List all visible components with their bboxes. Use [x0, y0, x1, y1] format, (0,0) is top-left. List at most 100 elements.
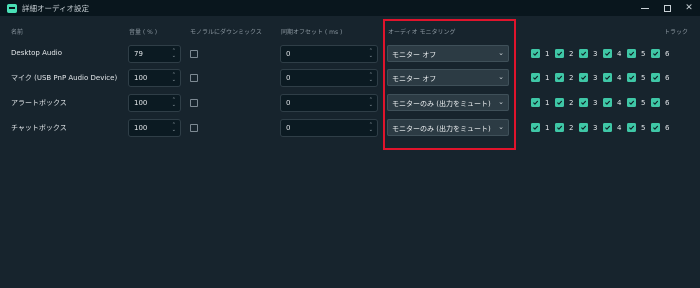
track-toggle[interactable]: 2: [555, 98, 573, 107]
track-checkbox[interactable]: [603, 123, 612, 132]
track-toggle[interactable]: 1: [531, 98, 549, 107]
mono-downmix-checkbox[interactable]: [190, 74, 198, 82]
mono-downmix-checkbox[interactable]: [190, 124, 198, 132]
source-name: Desktop Audio: [11, 49, 62, 57]
track-toggle[interactable]: 4: [603, 123, 621, 132]
track-number: 5: [641, 123, 646, 132]
track-checkbox[interactable]: [579, 49, 588, 58]
track-checkbox[interactable]: [603, 73, 612, 82]
track-checkbox[interactable]: [603, 49, 612, 58]
spinner-arrows-icon[interactable]: ⌃ ⌄: [369, 98, 373, 108]
track-number: 5: [641, 98, 646, 107]
track-toggle[interactable]: 1: [531, 73, 549, 82]
check-icon: [628, 50, 635, 57]
track-number: 3: [593, 73, 598, 82]
track-toggle[interactable]: 3: [579, 123, 597, 132]
volume-input[interactable]: 100 ⌃ ⌄: [128, 119, 181, 137]
spinner-arrows-icon[interactable]: ⌃ ⌄: [172, 98, 176, 108]
check-icon: [628, 74, 635, 81]
track-toggle[interactable]: 3: [579, 49, 597, 58]
track-number: 6: [665, 123, 670, 132]
track-toggle[interactable]: 5: [627, 98, 645, 107]
track-checkbox[interactable]: [555, 98, 564, 107]
check-icon: [652, 50, 659, 57]
check-icon: [532, 99, 539, 106]
close-button[interactable]: ✕: [678, 0, 700, 16]
sync-offset-input[interactable]: 0 ⌃ ⌄: [280, 69, 378, 87]
track-number: 5: [641, 49, 646, 58]
monitoring-highlight-box: [383, 19, 516, 150]
track-toggle[interactable]: 2: [555, 49, 573, 58]
track-number: 5: [641, 73, 646, 82]
track-checkbox[interactable]: [531, 98, 540, 107]
spinner-arrows-icon[interactable]: ⌃ ⌄: [172, 123, 176, 133]
check-icon: [628, 124, 635, 131]
track-checkbox[interactable]: [651, 49, 660, 58]
track-toggle[interactable]: 5: [627, 123, 645, 132]
track-number: 2: [569, 98, 574, 107]
track-checkbox[interactable]: [651, 98, 660, 107]
track-toggle[interactable]: 4: [603, 73, 621, 82]
track-toggle[interactable]: 5: [627, 49, 645, 58]
check-icon: [580, 99, 587, 106]
track-toggle[interactable]: 2: [555, 73, 573, 82]
spinner-arrows-icon[interactable]: ⌃ ⌄: [369, 49, 373, 59]
spinner-arrows-icon[interactable]: ⌃ ⌄: [369, 123, 373, 133]
check-icon: [580, 124, 587, 131]
header-name: 名前: [11, 29, 24, 36]
track-checkbox[interactable]: [555, 73, 564, 82]
header-volume: 音量 ( % ): [129, 29, 158, 36]
mono-downmix-checkbox[interactable]: [190, 50, 198, 58]
sync-offset-input[interactable]: 0 ⌃ ⌄: [280, 94, 378, 112]
spinner-arrows-icon[interactable]: ⌃ ⌄: [172, 73, 176, 83]
track-toggle[interactable]: 1: [531, 49, 549, 58]
track-checkbox[interactable]: [627, 98, 636, 107]
track-checkbox[interactable]: [531, 73, 540, 82]
track-checkbox[interactable]: [579, 98, 588, 107]
mono-downmix-checkbox[interactable]: [190, 99, 198, 107]
track-number: 6: [665, 98, 670, 107]
volume-input[interactable]: 100 ⌃ ⌄: [128, 69, 181, 87]
track-toggle[interactable]: 4: [603, 98, 621, 107]
track-checkbox[interactable]: [603, 98, 612, 107]
track-toggle[interactable]: 5: [627, 73, 645, 82]
header-tracks: トラック: [664, 29, 689, 36]
track-checkbox[interactable]: [627, 49, 636, 58]
minimize-button[interactable]: [634, 0, 656, 16]
spinner-arrows-icon[interactable]: ⌃ ⌄: [172, 49, 176, 59]
source-row: チャットボックス 100 ⌃ ⌄ 0 ⌃ ⌄ モニターのみ (出力をミュート) ⌄ …: [0, 118, 700, 138]
check-icon: [604, 50, 611, 57]
track-toggle[interactable]: 3: [579, 73, 597, 82]
track-toggle[interactable]: 6: [651, 49, 669, 58]
track-checkbox[interactable]: [531, 123, 540, 132]
track-toggle[interactable]: 1: [531, 123, 549, 132]
sync-offset-value: 0: [286, 99, 291, 107]
sync-offset-value: 0: [286, 50, 291, 58]
track-number: 1: [545, 98, 550, 107]
sync-offset-input[interactable]: 0 ⌃ ⌄: [280, 119, 378, 137]
track-checkbox[interactable]: [579, 73, 588, 82]
app-logo-icon: [7, 3, 17, 13]
track-checkbox[interactable]: [579, 123, 588, 132]
track-checkbox[interactable]: [651, 123, 660, 132]
track-toggle[interactable]: 4: [603, 49, 621, 58]
sync-offset-input[interactable]: 0 ⌃ ⌄: [280, 45, 378, 63]
track-number: 3: [593, 49, 598, 58]
track-checkbox[interactable]: [651, 73, 660, 82]
track-checkbox[interactable]: [555, 49, 564, 58]
maximize-button[interactable]: [656, 0, 678, 16]
track-toggle[interactable]: 6: [651, 73, 669, 82]
track-checkbox[interactable]: [627, 73, 636, 82]
volume-value: 100: [134, 124, 148, 132]
volume-input[interactable]: 100 ⌃ ⌄: [128, 94, 181, 112]
volume-input[interactable]: 79 ⌃ ⌄: [128, 45, 181, 63]
spinner-arrows-icon[interactable]: ⌃ ⌄: [369, 73, 373, 83]
track-toggle[interactable]: 3: [579, 98, 597, 107]
volume-value: 100: [134, 74, 148, 82]
track-checkbox[interactable]: [627, 123, 636, 132]
track-toggle[interactable]: 2: [555, 123, 573, 132]
track-toggle[interactable]: 6: [651, 123, 669, 132]
track-checkbox[interactable]: [555, 123, 564, 132]
track-checkbox[interactable]: [531, 49, 540, 58]
track-toggle[interactable]: 6: [651, 98, 669, 107]
